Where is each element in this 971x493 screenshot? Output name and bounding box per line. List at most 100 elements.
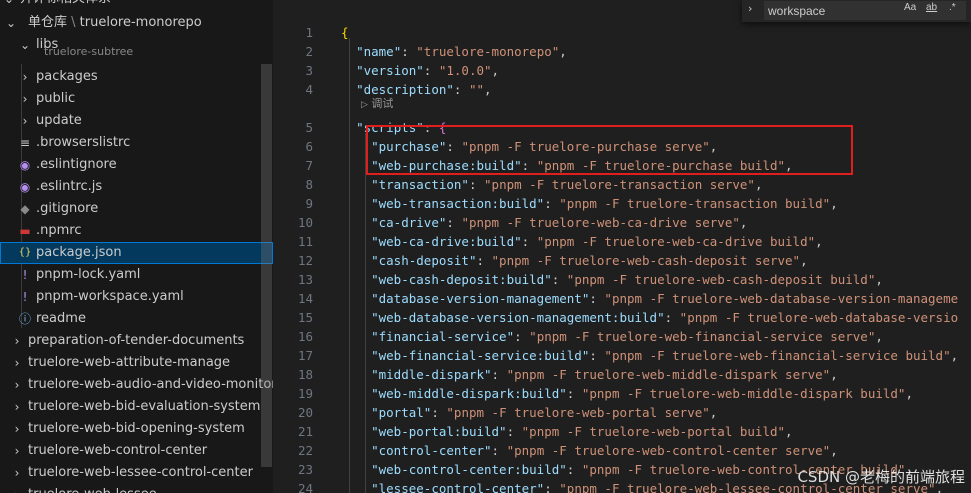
code-text: "ca-drive": "pnpm -F truelore-web-ca-dri… [341,213,747,232]
tree-item[interactable]: › preparation-of-tender-documents [0,330,273,352]
tree-item[interactable]: ! pnpm-workspace.yaml [0,286,273,308]
tree-item[interactable]: ◉ .eslintrc.js [0,176,273,198]
code-token: , [559,44,567,59]
line-number: 16 [297,329,313,344]
tree-item[interactable]: › update [0,110,273,132]
tree-item[interactable]: › truelore-web-bid-evaluation-system [0,396,273,418]
code-token: "pnpm -F truelore-web-ca-drive build" [536,234,816,249]
code-text: "web-cash-deposit:build": "pnpm -F truel… [341,270,883,289]
tree-item-label: package.json [36,245,122,260]
code-line: 8 "transaction": "pnpm -F truelore-trans… [273,175,971,194]
code-token: : [566,386,582,401]
code-token: : [401,44,417,59]
code-token: , [875,272,883,287]
code-token: "name" [356,44,402,59]
tree-item[interactable]: ! pnpm-lock.yaml [0,264,273,286]
code-token: : [476,253,492,268]
tree-item[interactable]: ◆ .gitignore [0,198,273,220]
code-text: "web-transaction:build": "pnpm -F truelo… [341,194,838,213]
code-token: : [514,329,530,344]
code-token: "transaction" [371,177,469,192]
code-token: : [491,367,507,382]
code-token: "ca-drive" [371,215,447,230]
eslint-icon: ◉ [19,180,31,194]
code-text: "web-financial-service:build": "pnpm -F … [341,346,958,365]
line-number: 14 [297,291,313,306]
tree-item[interactable]: › truelore-web-lessee [0,484,273,493]
code-token: "truelore-monorepo" [416,44,560,59]
tree-item[interactable]: ▬ .npmrc [0,220,273,242]
code-token: , [739,215,748,230]
code-token: "control-center" [371,443,492,458]
code-line: 9 "web-transaction:build": "pnpm -F true… [273,194,971,213]
play-icon: ▷ [361,100,368,110]
match-case-toggle[interactable]: Aa [904,2,916,13]
workspace-folder-row[interactable]: ⌄ 单仓库 \ truelore-monorepo [0,12,273,34]
code-token: : [664,310,680,325]
code-text: "cash-deposit": "pnpm -F truelore-web-ca… [341,251,808,270]
code-token: : [551,272,567,287]
tree-item[interactable]: › truelore-web-lessee-control-center [0,462,273,484]
section-header[interactable]: ⌄ 开评标相关体系 [0,0,273,10]
tree-item-label: truelore-web-control-center [28,443,208,458]
code-line: 11 "web-ca-drive:build": "pnpm -F truelo… [273,232,971,251]
code-token: , [875,329,883,344]
line-number: 2 [305,44,313,59]
tree-item[interactable]: › packages [0,66,273,88]
explorer-sidebar: ⌄ 开评标相关体系 ⌄ 单仓库 \ truelore-monorepo ⌄lib… [0,0,273,493]
code-text: "portal": "pnpm -F truelore-web-portal s… [341,403,717,422]
lines-icon: ≡ [19,136,31,150]
tree-item[interactable]: ⓘ readme [0,308,273,330]
code-token: , [709,405,718,420]
code-text: "database-version-management": "pnpm -F … [341,289,958,308]
tree-item[interactable]: ◉ .eslintignore [0,154,273,176]
code-token: { [341,25,349,40]
whole-word-toggle[interactable]: ab [926,2,937,13]
regex-toggle[interactable]: .* [949,2,956,13]
tree-item-label: .gitignore [36,201,99,216]
tree-item-label: truelore-web-attribute-manage [28,355,231,370]
code-token: , [830,443,838,458]
code-token: "web-transaction:build" [371,196,545,211]
code-token: , [491,63,500,78]
code-token: "pnpm -F truelore-transaction serve" [484,177,755,192]
tree-item[interactable]: › truelore-web-bid-opening-system [0,418,273,440]
chevron-down-icon: ⌄ [6,16,17,30]
workspace-path: truelore-monorepo [79,15,202,30]
code-text: "name": "truelore-monorepo", [341,42,567,61]
chevron-right-icon: › [22,114,28,128]
tree-item[interactable]: ›truelore-subtree [0,45,273,59]
tree-item-label: truelore-web-lessee-control-center [28,465,253,480]
code-token: "financial-service" [371,329,515,344]
tree-item[interactable]: › truelore-web-audio-and-video-monitor [0,374,273,396]
code-token: "pnpm -F truelore-web-middle-dispark bui… [581,386,906,401]
tree-item[interactable]: › truelore-web-attribute-manage [0,352,273,374]
code-token: , [905,386,913,401]
tree-item-label: .eslintrc.js [36,179,103,194]
tree-item-label: .browserslistrc [36,135,131,150]
code-line: 19 "web-middle-dispark:build": "pnpm -F … [273,384,971,403]
tree-item-label: truelore-web-lessee [28,484,157,493]
tree-item[interactable]: › public [0,88,273,110]
line-number: 17 [297,348,313,363]
code-token: "1.0.0" [438,63,492,78]
sidebar-scrollbar[interactable] [261,64,272,467]
tree-item[interactable]: {} package.json [0,242,273,264]
section-header-label: 开评标相关体系 [20,0,111,10]
code-line: 18 "middle-dispark": "pnpm -F truelore-w… [273,365,971,384]
chevron-right-icon[interactable]: › [748,2,752,15]
tree-item[interactable]: ≡ .browserslistrc [0,132,273,154]
tree-item-label: truelore-web-bid-evaluation-system [28,399,261,414]
code-token: "" [468,82,485,97]
codelens-debug[interactable]: ▷ 调试 [361,96,393,112]
code-editor[interactable]: 1{2 "name": "truelore-monorepo", 3 "versi… [273,0,971,493]
git-icon: ◆ [20,202,30,216]
code-token: "description" [356,82,454,97]
code-token: , [950,348,959,363]
line-number: 22 [297,443,313,458]
line-number: 23 [297,462,313,477]
tree-item[interactable]: › truelore-web-control-center [0,440,273,462]
code-line: 2 "name": "truelore-monorepo", [273,42,971,61]
npm-icon: ▬ [19,224,31,238]
code-token: "pnpm -F truelore-web-financial-service … [529,329,876,344]
